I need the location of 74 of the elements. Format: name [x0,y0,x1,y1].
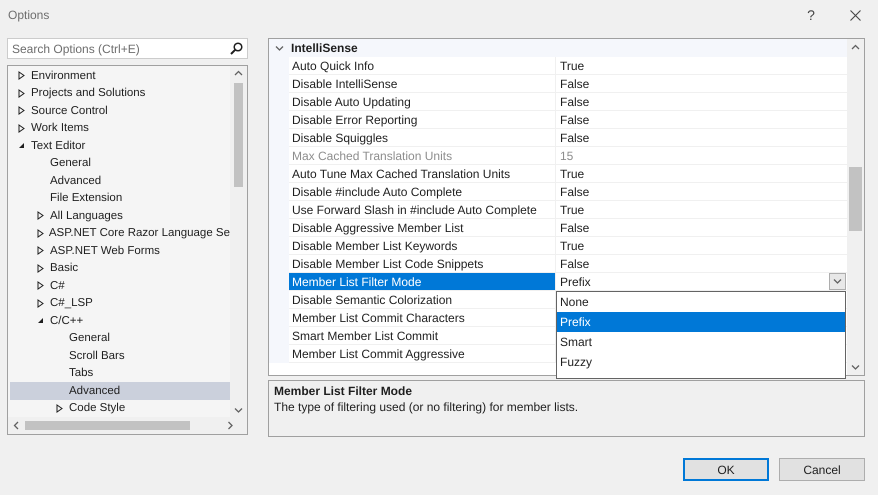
description-text: The type of filtering used (or no filtering) for member lists. [274,400,580,414]
tree-item[interactable]: All Languages [10,207,230,224]
description-title: Member List Filter Mode [274,384,414,398]
property-name[interactable]: Disable Error Reporting [289,111,556,129]
property-value[interactable]: True [556,201,847,219]
tree-item[interactable]: Code Style [10,400,230,417]
scrollbar[interactable] [847,39,864,375]
property-name[interactable]: Disable Auto Updating [289,93,556,111]
tree-item[interactable]: General [10,330,230,347]
scrollbar-thumb[interactable] [25,421,190,430]
tree-item[interactable]: Work Items [10,120,230,137]
cancel-button[interactable]: Cancel [779,458,865,481]
tree-item[interactable]: Scroll Bars [10,347,230,364]
expand-icon[interactable] [56,404,63,413]
property-name[interactable]: Disable #include Auto Complete [289,183,556,201]
property-name[interactable]: Disable Member List Keywords [289,237,556,255]
dropdown-option[interactable]: Prefix [557,312,845,332]
property-value[interactable]: False [556,129,847,147]
property-value[interactable]: False [556,183,847,201]
scrollbar[interactable] [8,417,247,434]
property-name[interactable]: Disable Member List Code Snippets [289,255,556,273]
ok-button[interactable]: OK [683,458,769,481]
tree-item[interactable]: File Extension [10,190,230,207]
tree-item[interactable]: Basic [10,260,230,277]
tree-item[interactable]: Advanced [10,172,230,190]
property-value[interactable]: True [556,165,847,183]
scroll-right-icon[interactable] [226,421,234,430]
tree-item[interactable]: Text Editor [10,137,230,154]
window-title: Options [8,8,50,22]
tree-item[interactable]: C/C++ [10,312,230,330]
search-field[interactable]: Search Options (Ctrl+E) [7,38,248,59]
tree-item[interactable]: Tabs [10,364,230,382]
property-name[interactable]: Member List Filter Mode [289,273,556,291]
close-icon[interactable] [850,10,860,20]
scrollbar-thumb[interactable] [849,167,862,231]
tree-item[interactable]: C# [10,277,230,294]
scroll-down-icon[interactable] [851,364,860,370]
chevron-down-icon[interactable] [833,278,842,285]
tree-item[interactable]: Environment [10,67,230,84]
property-name[interactable]: Use Forward Slash in #include Auto Complete [289,201,556,219]
collapse-icon[interactable] [37,317,44,324]
scroll-up-icon[interactable] [234,70,243,76]
category-header[interactable]: IntelliSense [289,41,358,55]
property-value[interactable]: False [556,111,847,129]
tree-item[interactable]: General [10,154,230,172]
property-value[interactable]: False [556,219,847,237]
property-value[interactable]: True [556,237,847,255]
property-name[interactable]: Auto Tune Max Cached Translation Units [289,165,556,183]
property-name[interactable]: Disable Squiggles [289,129,556,147]
tree-item[interactable]: Source Control [10,102,230,120]
tree-item[interactable]: ASP.NET Core Razor Language Se [10,224,230,242]
property-name[interactable]: Disable Semantic Colorization [289,291,556,309]
tree-item[interactable]: Projects and Solutions [10,84,230,102]
property-value[interactable]: False [556,93,847,111]
property-name[interactable]: Member List Commit Characters [289,309,556,327]
collapse-icon[interactable] [18,142,25,150]
search-icon[interactable] [230,42,243,55]
property-name[interactable]: Auto Quick Info [289,57,556,75]
property-value[interactable]: False [556,75,847,93]
help-button[interactable]: ? [796,2,826,28]
scroll-up-icon[interactable] [851,44,860,50]
dropdown-button[interactable] [829,273,846,290]
property-value[interactable]: True [556,57,847,75]
property-name[interactable]: Disable IntelliSense [289,75,556,93]
tree-item[interactable]: ASP.NET Web Forms [10,242,230,260]
scrollbar[interactable] [230,66,247,417]
scrollbar-thumb[interactable] [234,83,243,187]
tree-item[interactable]: Advanced [10,382,230,400]
property-name[interactable]: Member List Commit Aggressive [289,345,556,363]
scroll-down-icon[interactable] [234,406,243,414]
scroll-left-icon[interactable] [13,421,20,430]
property-name[interactable]: Smart Member List Commit [289,327,556,345]
property-name[interactable]: Disable Aggressive Member List [289,219,556,237]
tree-item[interactable]: C#_LSP [10,294,230,312]
